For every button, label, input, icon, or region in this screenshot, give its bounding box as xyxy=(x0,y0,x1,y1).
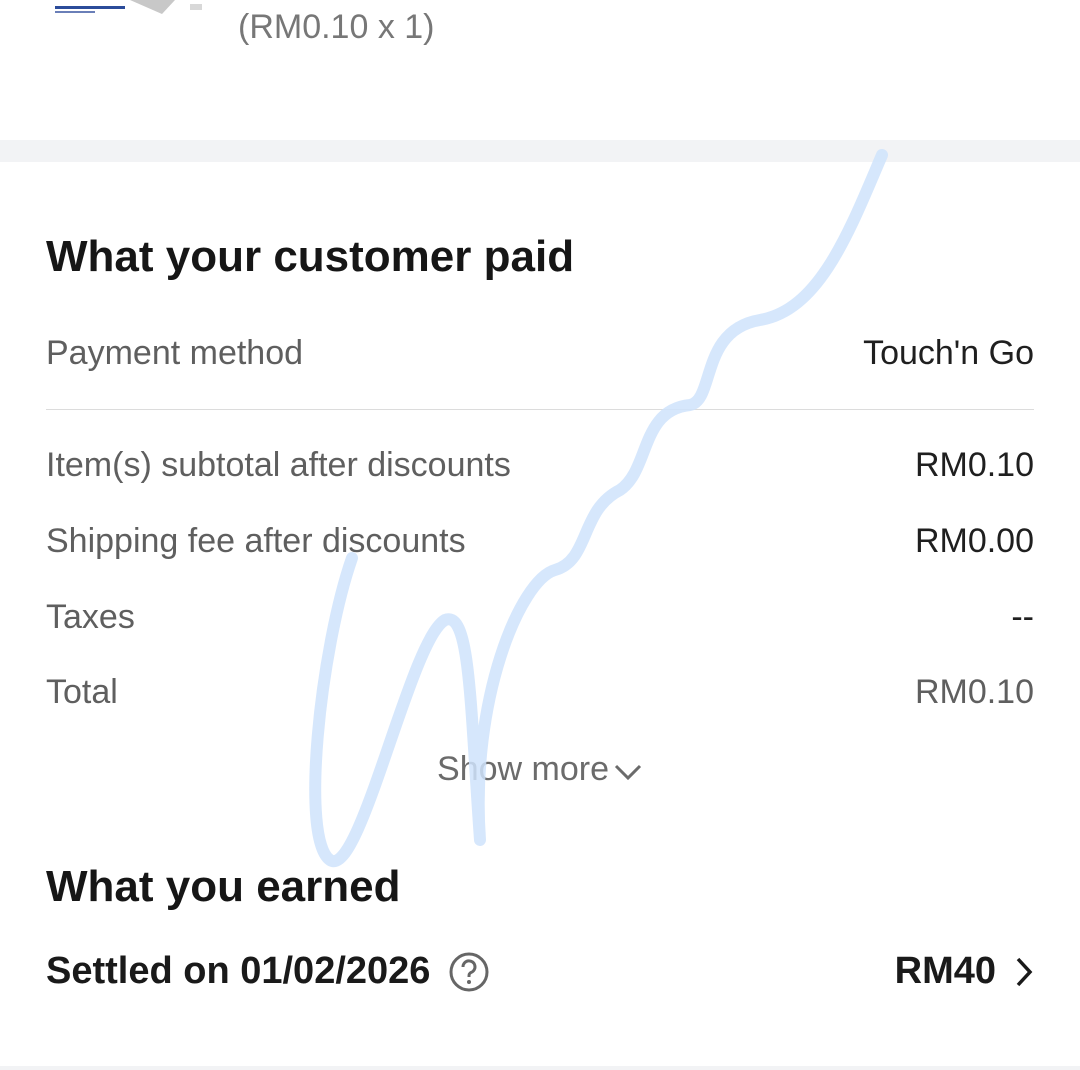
subtotal-value: RM0.10 xyxy=(914,446,1034,484)
total-value: RM0.10 xyxy=(914,673,1034,711)
product-quantity-price: (RM0.10 x 1) xyxy=(238,8,435,46)
show-more-label: Show more xyxy=(437,750,609,788)
chevron-down-icon xyxy=(613,752,643,791)
settled-date-label: Settled on 01/02/2026 xyxy=(46,950,431,992)
payment-method-row: Payment method Touch'n Go xyxy=(46,334,1034,373)
section-divider xyxy=(0,140,1080,162)
subtotal-row: Item(s) subtotal after discounts RM0.10 xyxy=(46,446,1034,485)
shipping-value: RM0.00 xyxy=(914,522,1034,560)
total-label: Total xyxy=(46,673,118,711)
show-more-button[interactable]: Show more xyxy=(0,750,1080,791)
payment-method-value: Touch'n Go xyxy=(863,334,1034,372)
shipping-label: Shipping fee after discounts xyxy=(46,522,466,560)
earned-title: What you earned xyxy=(46,862,401,911)
row-divider xyxy=(46,409,1034,410)
earned-amount: RM40 xyxy=(894,950,996,992)
subtotal-label: Item(s) subtotal after discounts xyxy=(46,446,511,484)
taxes-row: Taxes -- xyxy=(46,598,1034,637)
taxes-label: Taxes xyxy=(46,598,135,636)
shipping-row: Shipping fee after discounts RM0.00 xyxy=(46,522,1034,561)
total-row: Total RM0.10 xyxy=(46,673,1034,712)
product-thumbnail xyxy=(0,0,220,22)
settlement-row[interactable]: Settled on 01/02/2026 RM40 xyxy=(46,950,1034,993)
taxes-value: -- xyxy=(1011,598,1034,636)
payment-method-label: Payment method xyxy=(46,334,304,372)
customer-paid-title: What your customer paid xyxy=(46,232,575,281)
question-circle-icon[interactable] xyxy=(448,951,490,993)
chevron-right-icon xyxy=(1014,956,1034,988)
bottom-divider xyxy=(0,1066,1080,1070)
